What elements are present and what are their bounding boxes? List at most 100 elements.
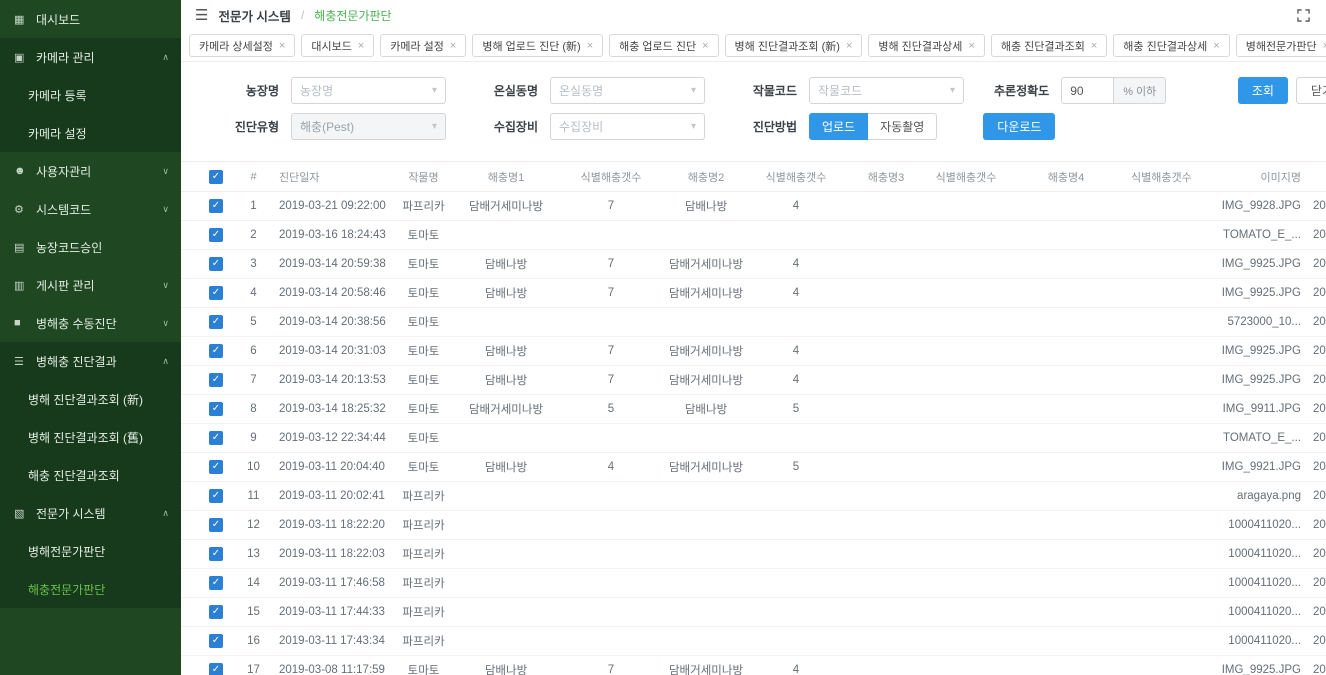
row-checkbox[interactable]: ✓	[209, 518, 223, 532]
device-label: 수집장비	[476, 118, 538, 135]
sidebar-item-label: 전문가 시스템	[36, 505, 106, 522]
sidebar-item-camera-register[interactable]: 카메라 등록	[0, 76, 181, 114]
row-checkbox[interactable]: ✓	[209, 286, 223, 300]
table-cell: 7	[561, 250, 661, 279]
row-checkbox-cell: ✓	[181, 598, 236, 627]
row-checkbox-cell: ✓	[181, 395, 236, 424]
search-button[interactable]: 조회	[1238, 77, 1288, 104]
close-icon[interactable]: ×	[450, 40, 456, 52]
tab-item-7[interactable]: 해충 진단결과조회 ×	[991, 34, 1107, 57]
table-cell	[1131, 656, 1191, 675]
close-icon[interactable]: ×	[1323, 40, 1326, 52]
tab-item-8[interactable]: 해충 진단결과상세×	[1113, 34, 1229, 57]
row-checkbox[interactable]: ✓	[209, 605, 223, 619]
row-checkbox[interactable]: ✓	[209, 576, 223, 590]
tab-item-2[interactable]: 카메라 설정×	[380, 34, 466, 57]
sidebar-item-camera-settings[interactable]: 카메라 설정	[0, 114, 181, 152]
table-cell: 담배나방	[451, 250, 561, 279]
sidebar-item-label: 대시보드	[36, 11, 80, 28]
auto-capture-toggle-button[interactable]: 자동촬영	[868, 113, 937, 140]
sidebar-item-dashboard[interactable]: ▦대시보드	[0, 0, 181, 38]
sidebar-item-pest-manual-diagnosis[interactable]: ■병해충 수동진단∨	[0, 304, 181, 342]
sidebar-item-pest-result-search[interactable]: 해충 진단결과조회	[0, 456, 181, 494]
sidebar-item-pest-expert-judgment[interactable]: 해충전문가판단	[0, 570, 181, 608]
close-icon[interactable]: ×	[279, 40, 285, 52]
diagnosis-type-select[interactable]: 해충(Pest) ▾	[291, 113, 446, 140]
close-icon[interactable]: ×	[358, 40, 364, 52]
upload-toggle-button[interactable]: 업로드	[809, 113, 868, 140]
table-cell	[841, 395, 931, 424]
select-all-checkbox[interactable]: ✓	[209, 170, 223, 184]
close-icon[interactable]: ×	[1091, 40, 1097, 52]
row-checkbox[interactable]: ✓	[209, 199, 223, 213]
sidebar-item-camera-management[interactable]: ▣카메라 관리∧	[0, 38, 181, 76]
tab-item-4[interactable]: 해충 업로드 진단×	[609, 34, 718, 57]
sidebar-item-farm-code-approval[interactable]: ▤농장코드승인	[0, 228, 181, 266]
table-row: ✓152019-03-11 17:44:33파프리카1000411020...2…	[181, 598, 1326, 627]
menu-toggle-icon[interactable]: ☰	[195, 6, 208, 24]
sidebar-item-expert-system[interactable]: ▧전문가 시스템∧	[0, 494, 181, 532]
table-row: ✓52019-03-14 20:38:56토마토5723000_10...201…	[181, 308, 1326, 337]
close-icon[interactable]: ×	[1213, 40, 1219, 52]
row-checkbox[interactable]: ✓	[209, 257, 223, 271]
table-cell: 2019-03-11 18:22:20	[271, 511, 396, 540]
table-cell	[661, 569, 751, 598]
sidebar-item-disease-result-search-old[interactable]: 병해 진단결과조회 (舊)	[0, 418, 181, 456]
row-checkbox[interactable]: ✓	[209, 634, 223, 648]
close-icon[interactable]: ×	[846, 40, 852, 52]
table-cell: 15	[236, 598, 271, 627]
table-cell: 2019-03-14 20:31:03	[271, 337, 396, 366]
row-checkbox[interactable]: ✓	[209, 460, 223, 474]
sidebar-item-pest-diagnosis-results[interactable]: ☰병해충 진단결과∧	[0, 342, 181, 380]
row-checkbox[interactable]: ✓	[209, 228, 223, 242]
row-checkbox[interactable]: ✓	[209, 402, 223, 416]
row-checkbox[interactable]: ✓	[209, 431, 223, 445]
fullscreen-icon[interactable]	[1297, 9, 1310, 22]
close-icon[interactable]: ×	[587, 40, 593, 52]
row-checkbox[interactable]: ✓	[209, 663, 223, 675]
sidebar-item-board-management[interactable]: ▥게시판 관리∨	[0, 266, 181, 304]
table-cell	[841, 250, 931, 279]
table-cell	[661, 540, 751, 569]
device-select[interactable]: 수집장비 ▾	[550, 113, 705, 140]
table-cell	[1131, 598, 1191, 627]
table-cell: 담배거세미나방	[661, 279, 751, 308]
row-checkbox[interactable]: ✓	[209, 547, 223, 561]
row-checkbox[interactable]: ✓	[209, 489, 223, 503]
tab-item-0[interactable]: 카메라 상세설정×	[189, 34, 295, 57]
table-cell	[931, 453, 1001, 482]
board-icon: ▥	[14, 279, 36, 292]
tab-label: 해충 진단결과조회	[1001, 38, 1085, 54]
download-button[interactable]: 다운로드	[983, 113, 1055, 140]
close-button[interactable]: 닫기	[1296, 77, 1326, 104]
greenhouse-select[interactable]: 온실동명 ▾	[550, 77, 705, 104]
tab-item-5[interactable]: 병해 진단결과조회 (新)×	[725, 34, 863, 57]
tab-item-9[interactable]: 병해전문가판단×	[1236, 34, 1326, 57]
accuracy-input[interactable]	[1061, 77, 1113, 104]
row-checkbox[interactable]: ✓	[209, 344, 223, 358]
row-checkbox-cell: ✓	[181, 656, 236, 675]
table-cell	[841, 192, 931, 221]
tab-item-1[interactable]: 대시보드×	[301, 34, 374, 57]
table-cell: 담배나방	[451, 453, 561, 482]
tab-item-3[interactable]: 병해 업로드 진단 (新) ×	[472, 34, 603, 57]
farm-select[interactable]: 농장명 ▾	[291, 77, 446, 104]
row-checkbox[interactable]: ✓	[209, 315, 223, 329]
crop-code-select[interactable]: 작물코드 ▾	[809, 77, 964, 104]
users-icon: ☻	[14, 165, 36, 177]
sidebar-item-disease-result-search-new[interactable]: 병해 진단결과조회 (新)	[0, 380, 181, 418]
chevron-up-icon: ∧	[162, 356, 169, 367]
close-icon[interactable]: ×	[702, 40, 708, 52]
tab-item-6[interactable]: 병해 진단결과상세×	[868, 34, 984, 57]
sidebar-item-system-code[interactable]: ⚙시스템코드∨	[0, 190, 181, 228]
close-icon[interactable]: ×	[968, 40, 974, 52]
row-checkbox[interactable]: ✓	[209, 373, 223, 387]
chevron-down-icon: ∨	[162, 318, 169, 329]
tab-label: 병해 업로드 진단 (新)	[482, 38, 580, 54]
table-cell	[1001, 395, 1131, 424]
sidebar-item-label: 농장코드승인	[36, 239, 102, 256]
table-cell: 4	[751, 279, 841, 308]
table-cell: 12	[236, 511, 271, 540]
sidebar-item-disease-expert-judgment[interactable]: 병해전문가판단	[0, 532, 181, 570]
sidebar-item-user-management[interactable]: ☻사용자관리∨	[0, 152, 181, 190]
